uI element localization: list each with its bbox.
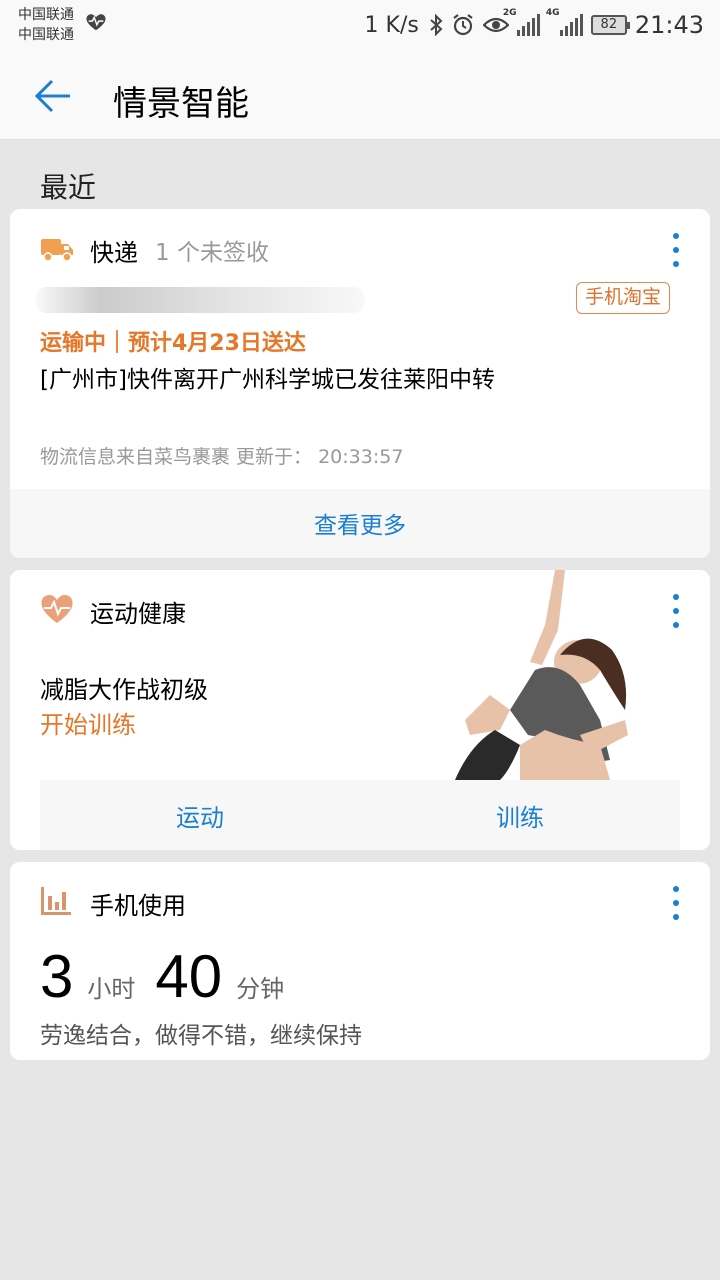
network-speed: 1 K/s <box>364 12 419 38</box>
heart-pulse-icon <box>41 595 73 623</box>
express-footer: 查看更多 <box>10 489 710 558</box>
health-heart-icon <box>86 14 106 31</box>
express-title: 快递 <box>90 239 138 267</box>
tab-exercise[interactable]: 运动 <box>40 780 360 850</box>
view-more-button[interactable]: 查看更多 <box>314 513 406 539</box>
delivery-status: 运输中｜预计4月23日送达 <box>40 331 306 356</box>
carrier-info: 中国联通 中国联通 <box>18 5 74 45</box>
health-card[interactable]: 运动健康 减脂大作战初级 开始训练 运动 训练 <box>10 570 710 850</box>
signal-2g-icon: 2G <box>503 8 540 36</box>
alarm-icon <box>453 14 473 36</box>
back-arrow-icon[interactable] <box>32 75 74 117</box>
truck-icon <box>41 239 73 262</box>
carrier-1: 中国联通 <box>18 7 74 23</box>
more-options-icon[interactable] <box>672 233 680 267</box>
phone-usage-card[interactable]: 手机使用 3 小时 40 分钟 劳逸结合，做得不错，继续保持 <box>10 862 710 1060</box>
clock: 21:43 <box>634 11 704 39</box>
workout-photo <box>455 570 628 780</box>
express-unsigned-count: 1 个未签收 <box>155 240 269 266</box>
status-bar: 中国联通 中国联通 1 K/s 2G 4G 82 21:43 <box>0 0 720 50</box>
health-title: 运动健康 <box>90 600 186 628</box>
battery-icon: 82 <box>590 15 630 35</box>
source-app-tag: 手机淘宝 <box>576 282 671 314</box>
usage-duration: 3 小时 40 分钟 <box>40 942 304 1011</box>
bluetooth-icon <box>430 14 443 36</box>
bar-chart-icon <box>41 887 71 915</box>
status-indicators: 1 K/s 2G 4G 82 21:43 <box>364 8 704 40</box>
tracking-info: [广州市]快件离开广州科学城已发往莱阳中转 <box>40 367 495 393</box>
redacted-tracking-number <box>35 287 365 313</box>
carrier-2: 中国联通 <box>18 27 74 43</box>
hours-unit: 小时 <box>87 975 136 1003</box>
more-options-icon[interactable] <box>672 886 680 920</box>
page-title: 情景智能 <box>113 84 249 124</box>
tracking-source: 物流信息来自菜鸟裹裹 更新于： 20:33:57 <box>40 446 404 468</box>
section-recent-label: 最近 <box>40 171 97 204</box>
signal-4g-icon: 4G <box>546 8 583 36</box>
usage-minutes: 40 <box>155 943 223 1010</box>
usage-hours: 3 <box>40 943 74 1010</box>
tab-training[interactable]: 训练 <box>360 780 680 850</box>
eye-comfort-icon <box>482 17 509 33</box>
health-tabs: 运动 训练 <box>40 780 680 850</box>
training-plan-name: 减脂大作战初级 <box>40 676 208 704</box>
app-bar: 情景智能 <box>0 50 720 140</box>
start-training-link[interactable]: 开始训练 <box>40 705 136 740</box>
usage-title: 手机使用 <box>90 892 186 920</box>
express-card[interactable]: 快递 1 个未签收 手机淘宝 运输中｜预计4月23日送达 [广州市]快件离开广州… <box>10 209 710 558</box>
usage-note: 劳逸结合，做得不错，继续保持 <box>40 1023 362 1049</box>
minutes-unit: 分钟 <box>236 975 285 1003</box>
